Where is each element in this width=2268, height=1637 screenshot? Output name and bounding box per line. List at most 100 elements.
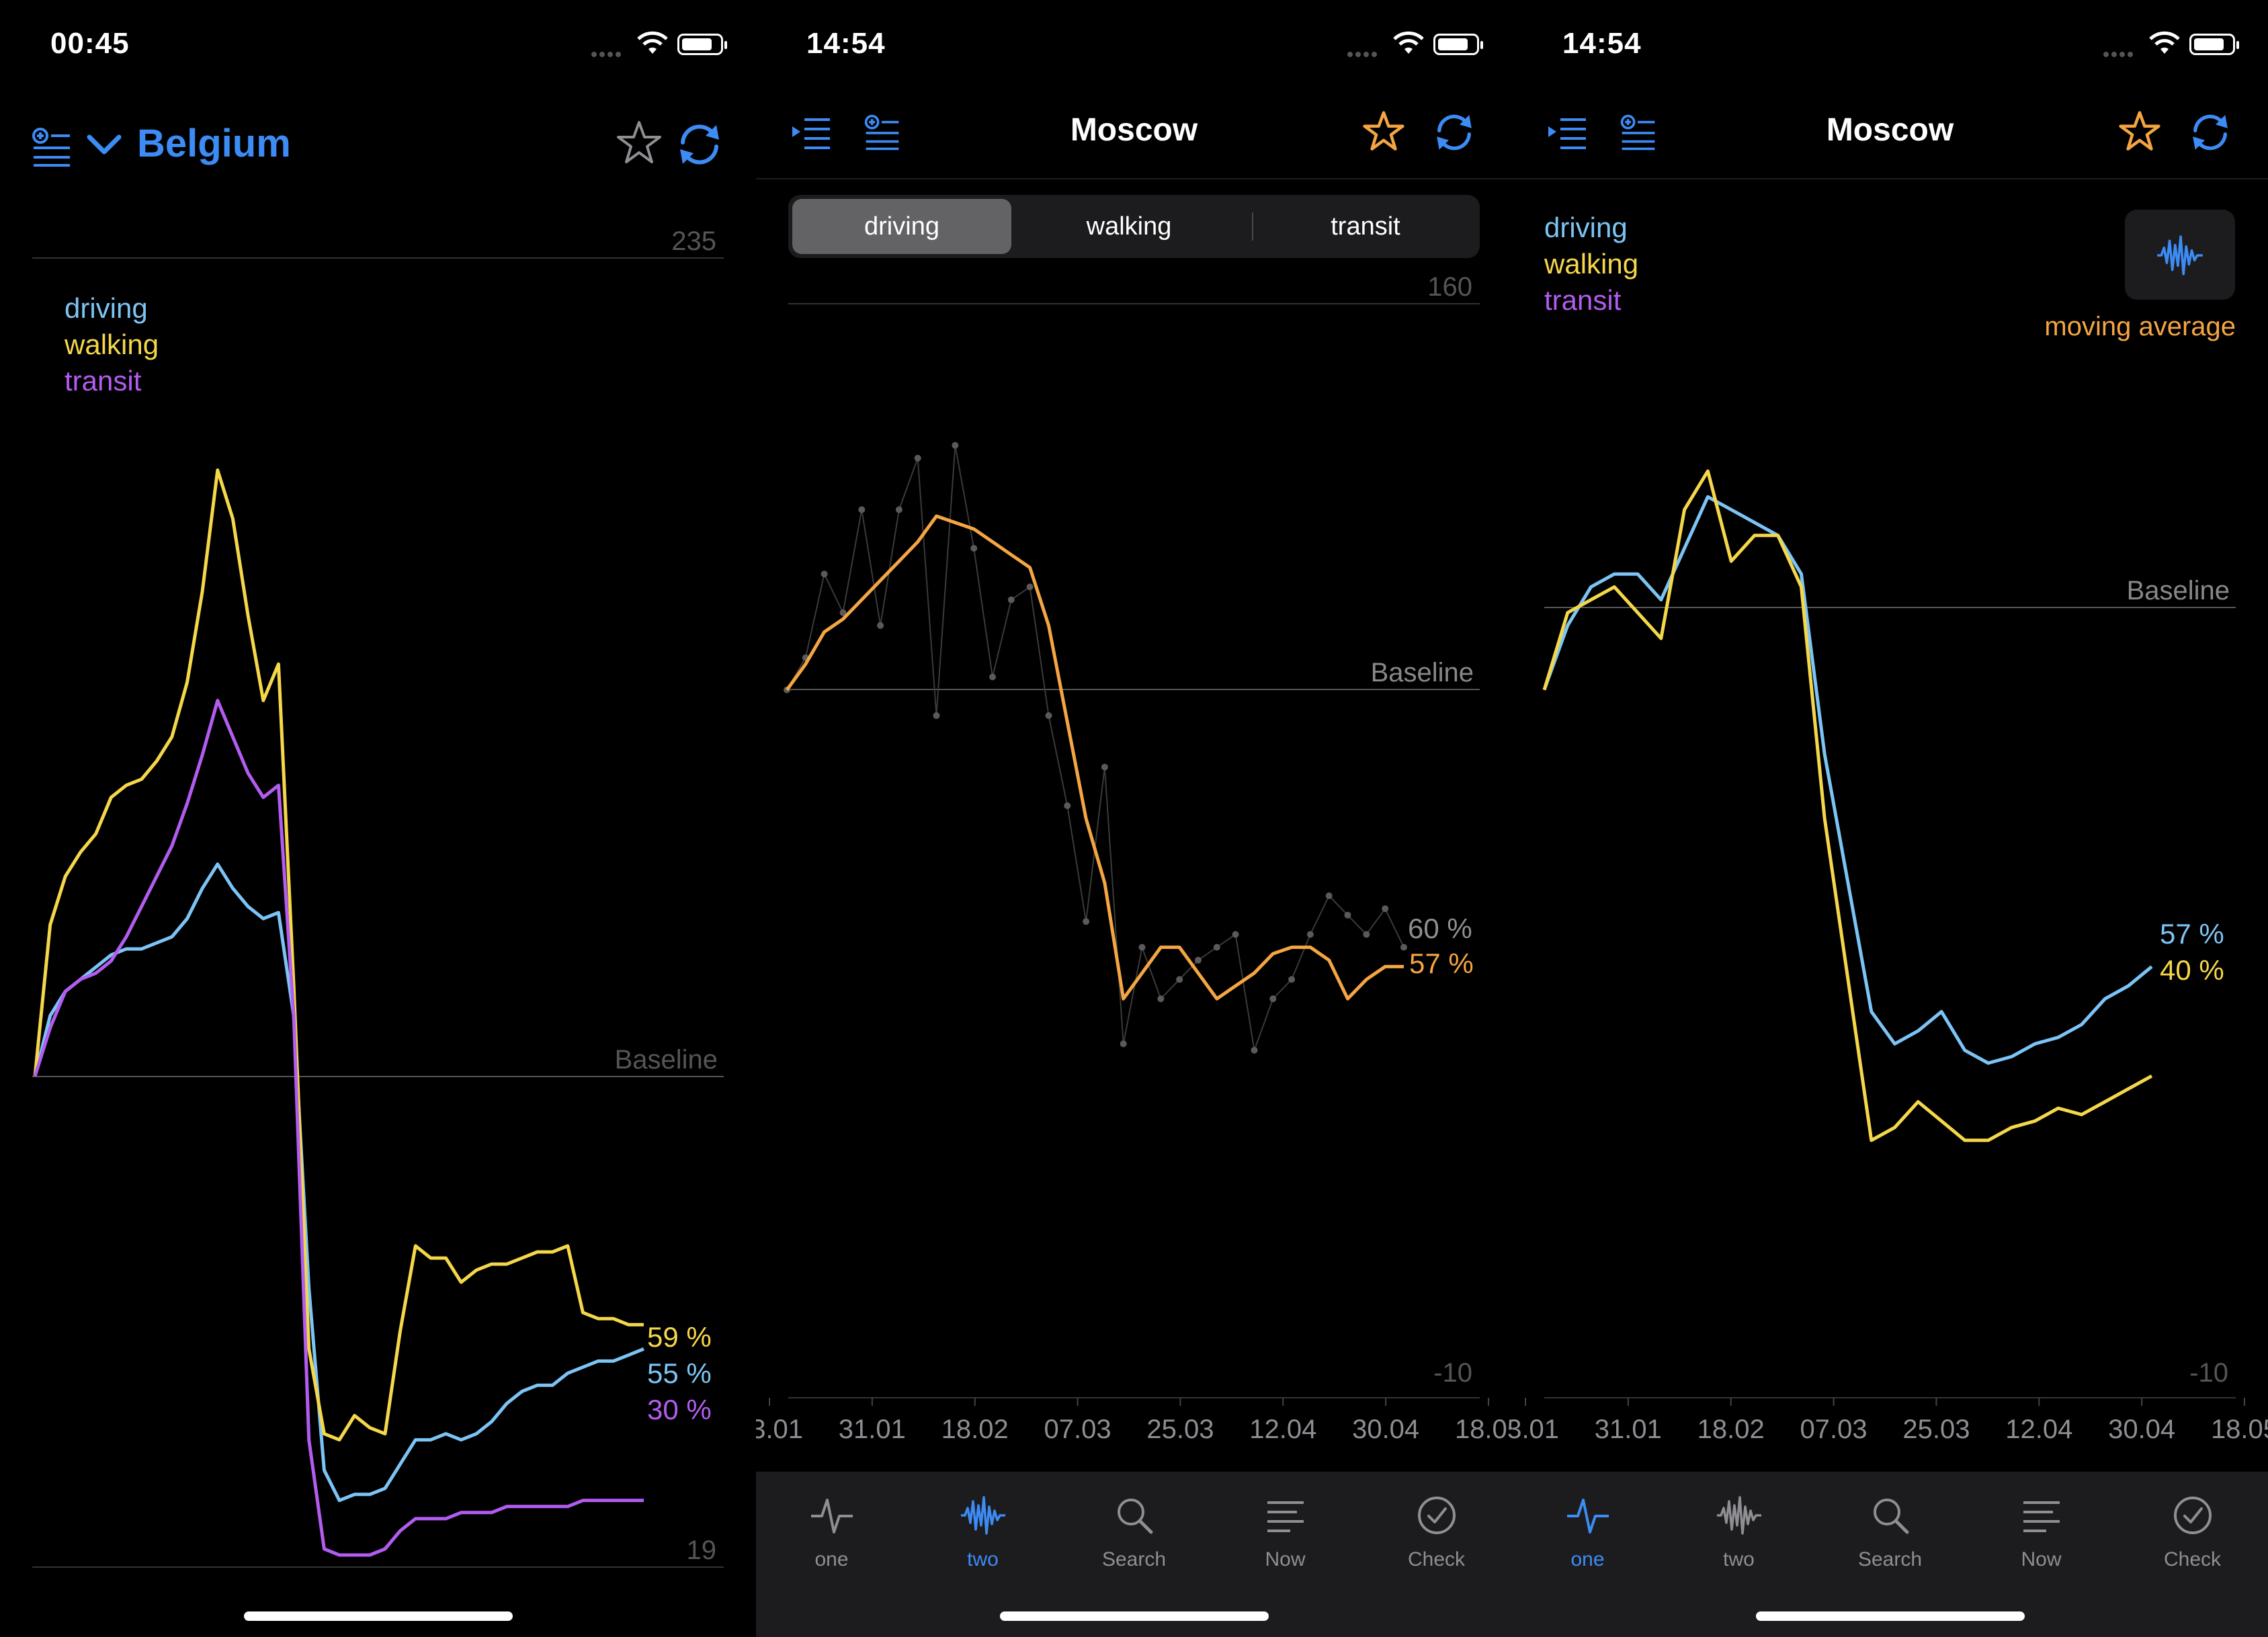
tab-label: Search [1101,1548,1167,1570]
battery-icon [2189,34,2239,55]
nav-bar: Moscow [756,101,1512,175]
waveform-icon [1716,1496,1761,1535]
mode-segmented-control[interactable]: driving walking transit [788,195,1480,258]
tab-one[interactable]: one [756,1492,907,1571]
data-point [1026,583,1034,591]
x-tick-label: 25.03 [1146,1415,1214,1444]
data-point [858,506,866,513]
tab-search[interactable]: Search [1058,1492,1210,1571]
series-line-walking [1542,469,2153,1142]
tab-two[interactable]: two [1663,1492,1814,1571]
tab-now[interactable]: Now [1210,1492,1361,1571]
tab-label: Check [1407,1548,1466,1570]
pulse-icon [1566,1499,1609,1534]
end-label-driving: 55 % [647,1357,712,1389]
series-line-walking [33,468,644,1442]
series-line-raw [786,444,1404,1051]
tab-check[interactable]: Check [1361,1492,1512,1571]
end-label-raw: 60 % [1408,913,1472,944]
data-point [1269,995,1277,1003]
wifi-icon [2149,31,2180,54]
tab-two[interactable]: two [907,1492,1058,1571]
tab-bar: one two Search Now Check [1512,1472,2268,1637]
nav-bar: Belgium [0,114,756,188]
nav-bar: Moscow [1512,101,2268,175]
data-point [1195,956,1202,964]
data-point [1400,943,1407,951]
data-point [1157,995,1165,1003]
x-tick-label: 25.03 [1902,1415,1970,1444]
screen-moscow-driving: 14:54 Moscow driving walking transit 160… [756,0,1512,1637]
refresh-icon[interactable] [1432,110,1476,155]
country-title[interactable]: Belgium [137,121,291,166]
data-point [1101,763,1108,771]
tab-one[interactable]: one [1512,1492,1663,1571]
data-point [1045,712,1052,719]
segment-walking[interactable]: walking [1018,199,1240,254]
legend-driving: driving [1544,212,1628,243]
cellular-signal-icon [2103,48,2142,57]
star-icon[interactable] [1362,110,1405,153]
refresh-icon[interactable] [675,120,724,169]
segment-transit[interactable]: transit [1255,199,1476,254]
cellular-signal-icon [591,48,630,57]
x-tick-label: 18.02 [1697,1415,1765,1444]
star-icon[interactable] [616,120,663,167]
x-tick-label: 07.03 [1800,1415,1867,1444]
end-label-driving: 57 % [2160,918,2224,950]
x-tick-label: 30.04 [2108,1415,2175,1444]
data-point [933,712,940,719]
data-point [1176,976,1183,983]
x-ticks: 13.01 31.01 18.02 07.03 25.03 12.04 30.04 18.05 [756,1398,1512,1444]
status-bar: 14:54 [756,0,1512,87]
data-point [1251,1046,1258,1054]
wifi-icon [637,31,668,54]
home-indicator[interactable] [1755,1611,2025,1621]
belgium-chart: 235 Baseline 19 59 % 55 % 30 % [32,226,724,1568]
x-tick-label: 18.02 [941,1415,1009,1444]
x-tick-label: 12.04 [1249,1415,1316,1444]
magnifier-icon [1117,1499,1152,1534]
end-label-transit: 30 % [647,1394,712,1425]
status-bar: 14:54 [1512,0,2268,87]
data-point [1120,1040,1127,1048]
tab-label: Now [1265,1548,1306,1570]
tab-label: one [814,1548,849,1570]
segment-driving[interactable]: driving [792,199,1011,254]
data-point [877,622,884,629]
tab-search[interactable]: Search [1814,1492,1966,1571]
chevron-down-icon[interactable] [86,132,122,159]
refresh-icon[interactable] [2188,110,2232,155]
status-time: 14:54 [806,27,886,60]
x-tick-label: 31.01 [1595,1415,1662,1444]
y-top-label: 235 [671,226,716,256]
tab-label: Now [2021,1548,2062,1570]
data-point [1382,905,1389,913]
x-tick-label: 18.05 [2211,1415,2268,1444]
data-point [1007,596,1015,603]
tab-check[interactable]: Check [2117,1492,2268,1571]
data-point [989,673,996,681]
chart-lines [33,468,644,1557]
x-tick-label: 18.05 [1455,1415,1512,1444]
end-label-average: 57 % [1409,948,1474,979]
star-icon[interactable] [2118,110,2161,153]
tab-now[interactable]: Now [1966,1492,2117,1571]
data-point [1306,931,1314,938]
waveform-icon [960,1496,1005,1535]
x-tick-label: 13.01 [756,1415,803,1444]
checkmark-circle-icon [2173,1497,2212,1534]
baseline-label: Baseline [2127,576,2230,605]
x-tick-label: 12.04 [2005,1415,2072,1444]
home-indicator[interactable] [999,1611,1269,1621]
tab-bar: one two Search Now Check [756,1472,1512,1637]
nav-divider [1512,178,2268,179]
checkmark-circle-icon [1417,1497,1456,1534]
baseline-label: Baseline [615,1045,718,1075]
tab-label: Check [2163,1548,2222,1570]
home-indicator[interactable] [243,1611,513,1621]
moscow-all-chart: Baseline -10 13.01 31.01 18.02 07.03 25.03 12… [1512,469,2268,1444]
data-point [952,442,959,449]
data-point [1064,802,1071,809]
edit-list-icon[interactable] [31,126,73,168]
